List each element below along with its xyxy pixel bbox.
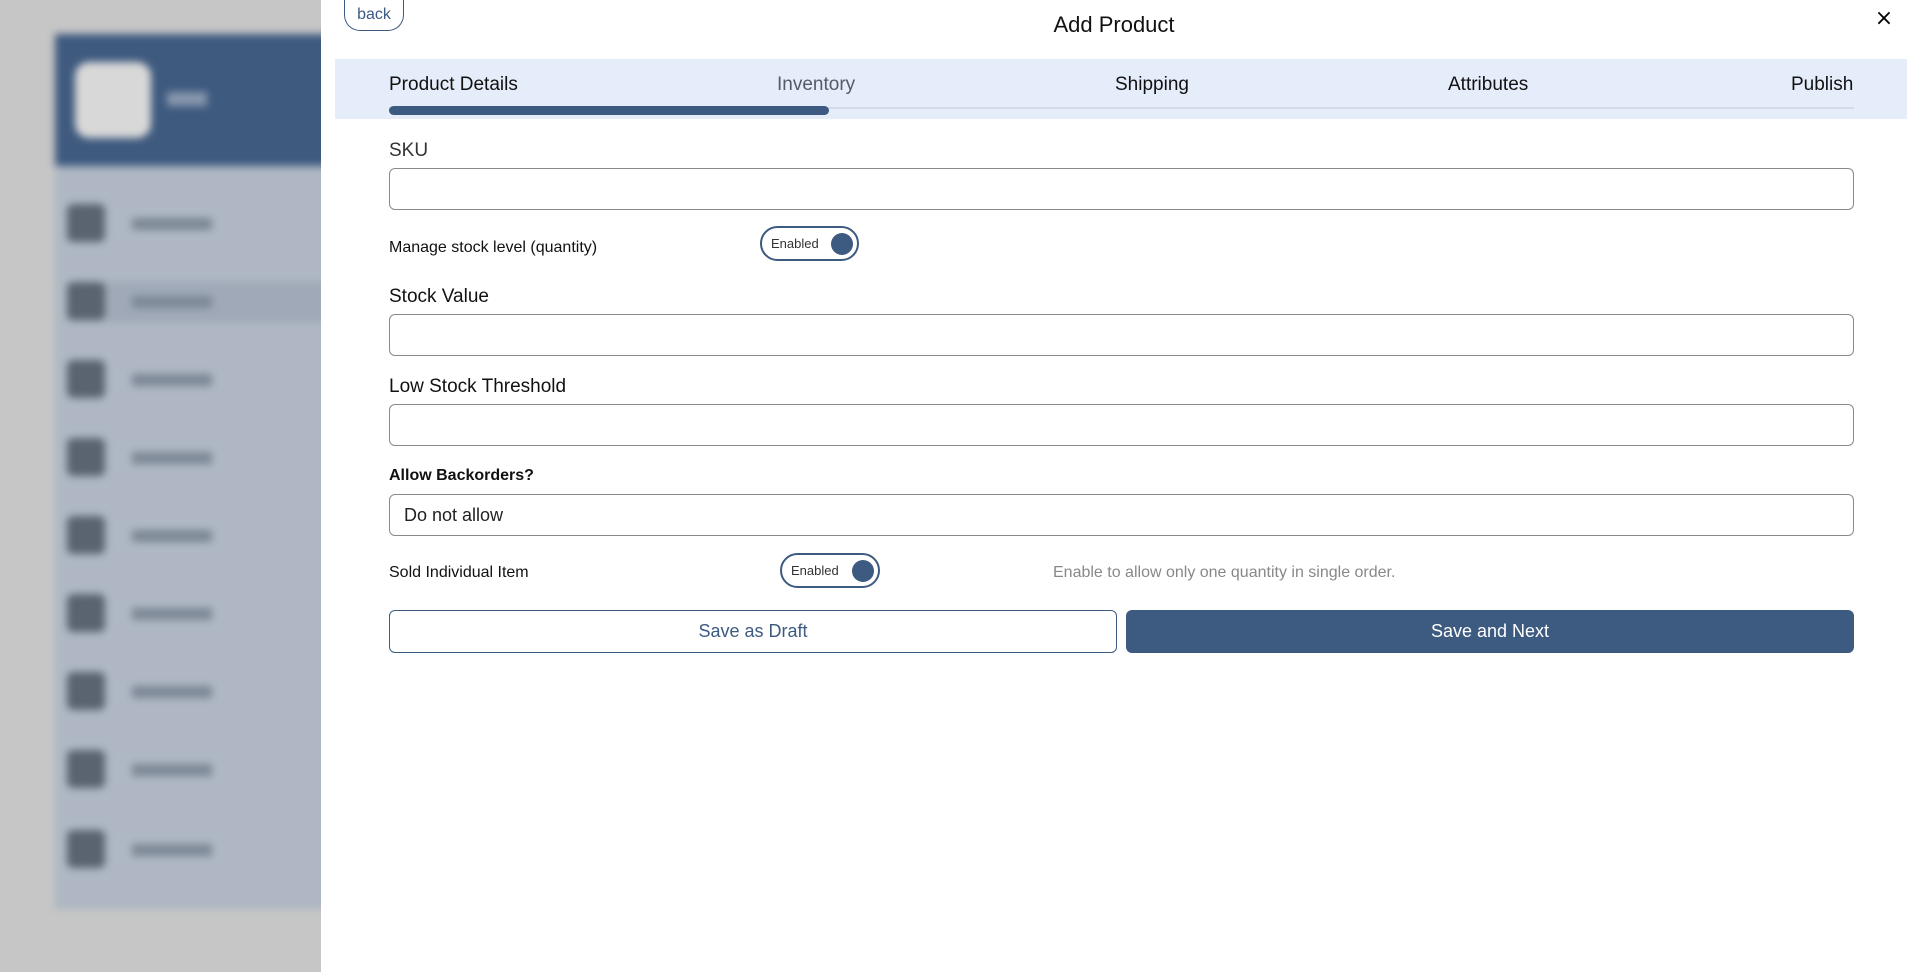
background-logo [75,62,151,138]
background-sidebar-header [55,34,321,166]
background-logo-text [167,92,207,106]
step-attributes[interactable]: Attributes [1448,74,1528,96]
sold-individual-hint: Enable to allow only one quantity in sin… [1053,564,1396,581]
background-menu-item [67,830,321,870]
modal-title: Add Product [1053,12,1175,37]
background-menu-item [67,360,321,400]
background-menu-item [67,672,321,712]
close-icon[interactable]: × [1871,6,1897,32]
low-stock-label: Low Stock Threshold [389,376,567,397]
toggle-knob-icon [852,560,874,582]
manage-stock-label: Manage stock level (quantity) [389,239,598,256]
step-publish[interactable]: Publish [1791,74,1853,96]
add-product-modal [321,0,1907,972]
step-shipping[interactable]: Shipping [1115,74,1189,96]
manage-stock-toggle-text: Enabled [771,236,819,251]
backorders-select[interactable]: Do not allow [389,494,1854,536]
low-stock-input[interactable] [389,404,1854,446]
background-menu-item [67,204,321,244]
background-menu-item [67,282,321,322]
save-and-next-button[interactable]: Save and Next [1126,610,1854,653]
background-menu-item [67,516,321,556]
sku-input[interactable] [389,168,1854,210]
stock-value-input[interactable] [389,314,1854,356]
background-menu-item [67,594,321,634]
stock-value-label: Stock Value [389,286,489,307]
sold-individual-label: Sold Individual Item [389,564,529,581]
background-app [0,0,321,972]
step-inventory[interactable]: Inventory [777,74,855,96]
sold-individual-toggle[interactable]: Enabled [780,553,880,588]
toggle-knob-icon [831,233,853,255]
manage-stock-toggle[interactable]: Enabled [760,226,859,261]
background-sidebar [55,34,321,909]
sku-label: SKU [389,140,429,161]
save-as-draft-button[interactable]: Save as Draft [389,610,1117,653]
sold-individual-toggle-text: Enabled [791,563,839,578]
step-product-details[interactable]: Product Details [389,74,518,96]
progress-fill [389,106,829,115]
backorders-label: Allow Backorders? [389,467,534,484]
background-menu-item [67,438,321,478]
background-menu-item [67,750,321,790]
